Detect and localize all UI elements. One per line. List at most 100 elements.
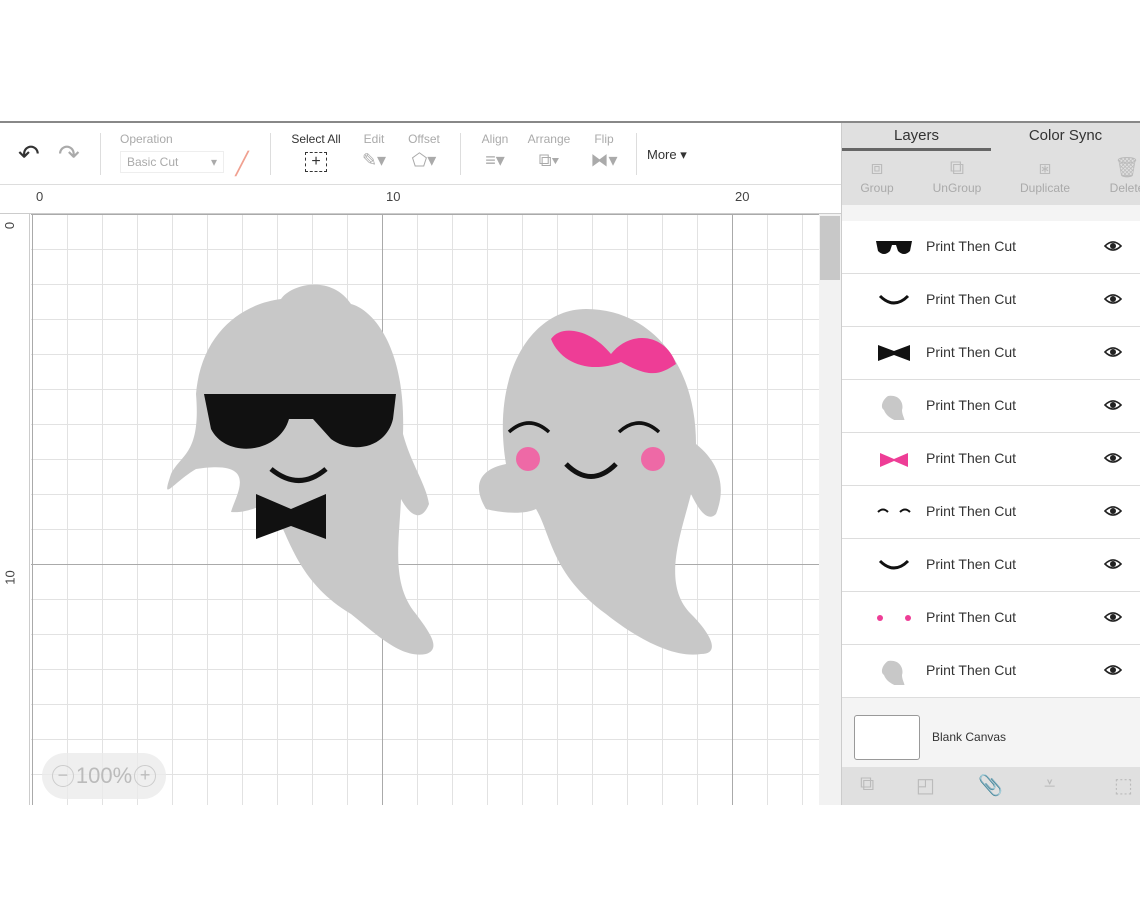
horizontal-ruler: 0 10 20	[0, 185, 841, 214]
toolbar: ↶ ↷ Operation Basic Cut ▾ ╱ Select All + E…	[0, 123, 841, 185]
layer-label: Print Then Cut	[926, 450, 1017, 466]
layer-thumbnail-ghost	[881, 660, 905, 685]
layer-row[interactable]: Print Then Cut	[842, 592, 1140, 645]
zoom-in-button[interactable]: +	[134, 765, 157, 787]
eye-icon[interactable]	[1104, 398, 1122, 412]
ruler-label: 10	[386, 189, 401, 204]
zoom-level: 100%	[75, 763, 133, 788]
ghost-body	[167, 284, 434, 655]
ungroup-button[interactable]: ⧉ UnGroup	[922, 151, 992, 195]
select-all-icon: +	[305, 152, 327, 172]
blank-canvas-row[interactable]: Blank Canvas	[842, 707, 1140, 767]
ruler-label: 20	[735, 189, 750, 204]
zoom-out-button[interactable]: −	[51, 765, 74, 787]
duplicate-button[interactable]: ⧆ Duplicate	[1010, 151, 1080, 195]
divider	[636, 133, 637, 175]
layer-thumbnail-eyelashes	[877, 508, 911, 513]
flip-label: Flip	[594, 132, 614, 146]
edit-icon: ✎▾	[361, 150, 387, 170]
layer-row[interactable]: Print Then Cut	[842, 221, 1140, 274]
design-canvas[interactable]	[31, 214, 819, 805]
chevron-down-icon: ▾	[210, 155, 217, 169]
contour-icon[interactable]: ⬚	[1114, 773, 1133, 798]
offset-button[interactable]: Offset ⬠▾	[404, 132, 444, 171]
operation-select[interactable]: Basic Cut ▾	[120, 151, 224, 173]
layer-tools: ⧈ Group ⧉ UnGroup ⧆ Duplicate 🗑 Delete	[842, 151, 1140, 205]
eye-icon[interactable]	[1104, 557, 1122, 571]
layer-label: Print Then Cut	[926, 291, 1017, 307]
eye-icon[interactable]	[1104, 451, 1122, 465]
edit-label: Edit	[363, 132, 385, 146]
divider	[100, 133, 101, 175]
cheek	[641, 447, 665, 471]
operation-label: Operation	[120, 132, 173, 146]
girl-ghost[interactable]	[478, 309, 721, 655]
select-all-button[interactable]: Select All +	[287, 132, 345, 172]
layer-thumbnail-pink-bow	[880, 453, 908, 467]
eye-icon[interactable]	[1104, 292, 1122, 306]
undo-button[interactable]: ↶	[18, 139, 40, 170]
eye-icon[interactable]	[1104, 610, 1122, 624]
flatten-icon[interactable]: ⩡	[1044, 773, 1055, 796]
group-button[interactable]: ⧈ Group	[842, 151, 912, 195]
divider	[270, 133, 271, 175]
layer-row[interactable]: Print Then Cut	[842, 274, 1140, 327]
linetype-color-icon[interactable]: ╱	[230, 151, 254, 176]
layer-row[interactable]: Print Then Cut	[842, 380, 1140, 433]
eye-icon[interactable]	[1104, 239, 1122, 253]
align-label: Align	[481, 132, 509, 146]
arrange-button[interactable]: Arrange ⧉▾	[524, 132, 574, 171]
tab-color-sync[interactable]: Color Sync	[991, 123, 1140, 151]
layer-label: Print Then Cut	[926, 397, 1017, 413]
scrollbar-thumb[interactable]	[820, 216, 840, 280]
group-icon: ⧈	[870, 157, 884, 179]
ruler-label: 10	[2, 570, 18, 585]
more-button[interactable]: More ▾	[647, 147, 687, 163]
eye-icon[interactable]	[1104, 663, 1122, 677]
select-all-label: Select All	[291, 132, 341, 146]
weld-icon[interactable]: ◰	[916, 773, 935, 798]
blank-canvas-swatch[interactable]	[854, 715, 920, 760]
layer-row[interactable]: Print Then Cut	[842, 433, 1140, 486]
vertical-scrollbar[interactable]	[819, 214, 841, 805]
delete-button[interactable]: 🗑 Delete	[1092, 151, 1140, 195]
operation-value: Basic Cut	[127, 155, 179, 169]
flip-button[interactable]: Flip ⧓▾	[586, 132, 622, 171]
ghost-artwork[interactable]	[31, 214, 819, 805]
offset-label: Offset	[408, 132, 440, 146]
eye-icon[interactable]	[1104, 345, 1122, 359]
offset-icon: ⬠▾	[411, 150, 437, 170]
layer-row[interactable]: Print Then Cut	[842, 539, 1140, 592]
layer-label: Print Then Cut	[926, 609, 1017, 625]
design-space-app: ↶ ↷ Operation Basic Cut ▾ ╱ Select All + E…	[0, 121, 1140, 805]
layer-thumbnail-bowtie	[878, 345, 910, 361]
layer-thumbnail-smile	[878, 294, 910, 305]
layers-panel: Layers Color Sync ⧈ Group ⧉ UnGroup ⧆ Dupli…	[841, 123, 1140, 805]
layer-row[interactable]: Print Then Cut	[842, 486, 1140, 539]
layer-row[interactable]: Print Then Cut	[842, 327, 1140, 380]
layer-label: Print Then Cut	[926, 503, 1017, 519]
layer-label: Print Then Cut	[926, 344, 1017, 360]
boy-ghost[interactable]	[167, 284, 434, 655]
attach-icon[interactable]: 📎	[978, 773, 1003, 798]
layer-thumbnail-ghost	[881, 395, 905, 420]
ruler-label: 0	[36, 189, 44, 204]
ruler-label: 0	[2, 221, 18, 230]
divider	[460, 133, 461, 175]
layer-row[interactable]: Print Then Cut	[842, 645, 1140, 698]
redo-button[interactable]: ↷	[58, 139, 80, 170]
arrange-icon: ⧉▾	[538, 150, 560, 170]
align-icon: ≡▾	[485, 150, 505, 170]
edit-button[interactable]: Edit ✎▾	[355, 132, 393, 171]
group-label: Group	[860, 181, 894, 195]
zoom-control: − 100% +	[42, 753, 166, 799]
delete-label: Delete	[1109, 181, 1140, 195]
slice-icon[interactable]: ⧉	[860, 773, 874, 796]
trash-icon: 🗑	[1114, 157, 1140, 179]
layer-thumbnail-smile	[878, 559, 910, 570]
layer-label: Print Then Cut	[926, 238, 1017, 254]
tab-layers[interactable]: Layers	[842, 123, 991, 151]
align-button[interactable]: Align ≡▾	[476, 132, 514, 171]
blank-canvas-label: Blank Canvas	[932, 730, 1007, 744]
eye-icon[interactable]	[1104, 504, 1122, 518]
